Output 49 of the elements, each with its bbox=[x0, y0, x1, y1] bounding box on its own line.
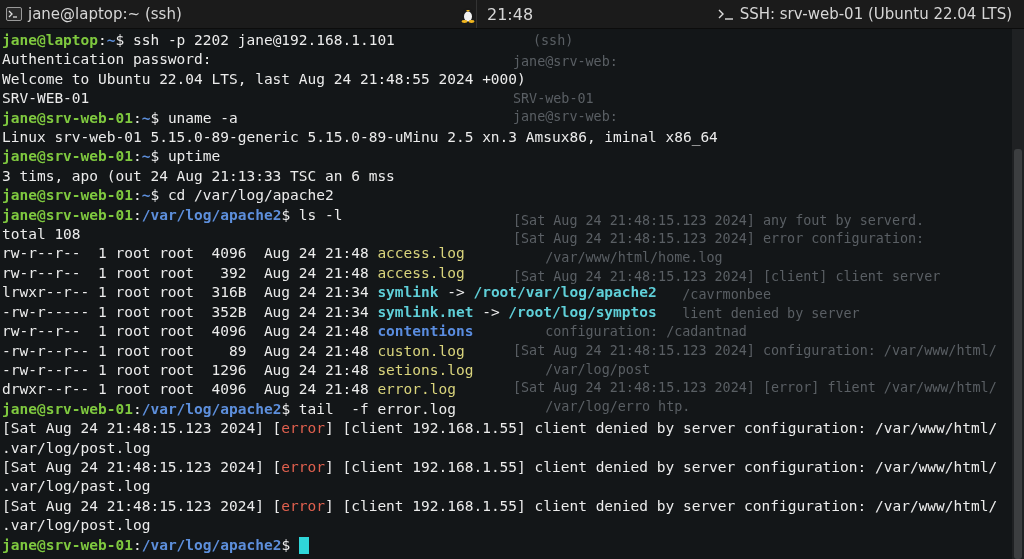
output-line: Authentication password: bbox=[2, 50, 212, 70]
output-line: rw-r--r-- 1 root root 392 Aug 24 21:48 access.log bbox=[2, 263, 465, 283]
ghost-log-line: /cavrmonbee bbox=[682, 286, 771, 305]
output-line: 3 tims, apo (out 24 Aug 21:13:33 TSC an 6 mss bbox=[2, 166, 395, 186]
output-line: -rw-r--r-- 1 root root 89 Aug 24 21:48 custon.log bbox=[2, 341, 465, 361]
ghost-log-line: /var/log/post bbox=[545, 360, 651, 379]
prompt-line: jane@srv-web-01:/var/log/apache2$ ls -l bbox=[2, 205, 343, 225]
ghost-log-line: /var/log/erro htp. bbox=[545, 397, 691, 416]
output-line: drwxr--r-- 1 root root 4096 Aug 24 21:48 error.log bbox=[2, 380, 456, 400]
ghost-line: jane@srv-web: bbox=[513, 108, 618, 127]
output-line: lrwxr--r-- 1 root root 316B Aug 24 21:34 symlink -> /root/var/log/apache2 bbox=[2, 284, 657, 303]
output-line: rw-r--r-- 1 root root 4096 Aug 24 21:48 contentions bbox=[2, 322, 474, 342]
ghost-log-line: /var/www/html/home.log bbox=[545, 248, 723, 267]
prompt-line: jane@srv-web-01:~$ uptime bbox=[2, 147, 221, 167]
session-title: SSH: srv-web-01 (Ubuntu 22.04 LTS) bbox=[739, 5, 1012, 23]
output-line: SRV-WEB-01 bbox=[2, 89, 90, 109]
window-title: jane@laptop:~ (ssh) bbox=[28, 5, 182, 23]
ghost-line: jane@srv-web: bbox=[513, 53, 618, 71]
output-line: Linux srv-web-01 5.15.0-89-generic 5.15.0-89-uMinu 2.5 xn.3 Amsux86, iminal x86_64 bbox=[2, 128, 718, 148]
output-line: [Sat Aug 24 21:48:15.123 2024] [error] [client 192.168.1.55] client denied by server configuration: /var/www/html/ bbox=[2, 496, 998, 516]
scrollbar-thumb[interactable] bbox=[1014, 149, 1022, 559]
output-line: rw-r--r-- 1 root root 4096 Aug 24 21:48 access.log bbox=[2, 244, 465, 264]
ghost-log-line: [Sat Aug 24 21:48:15.123 2024] configuration: /var/www/html/ bbox=[513, 341, 997, 360]
output-line: -rw-r--r-- 1 root root 1296 Aug 24 21:48 setions.log bbox=[2, 360, 474, 380]
ghost-log-line: configuration: /cadantnad bbox=[545, 323, 747, 342]
output-line: .var/log/post.log bbox=[2, 438, 151, 458]
scrollbar[interactable] bbox=[1012, 29, 1024, 559]
prompt-line: jane@srv-web-01:~$ cd /var/log/apache2 bbox=[2, 186, 334, 206]
prompt-line: jane@srv-web-01:~$ uname -a bbox=[2, 108, 238, 128]
output-line: -rw-r----- 1 root root 352B Aug 24 21:34 symlink.net -> /root/log/symptos bbox=[2, 302, 657, 322]
output-line: [Sat Aug 24 21:48:15.123 2024] [error] [client 192.168.1.55] client denied by server configuration: /var/www/html/ bbox=[2, 457, 998, 477]
prompt-line: jane@srv-web-01:/var/log/apache2$ bbox=[2, 535, 292, 555]
output-line: .var/log/post.log bbox=[2, 516, 151, 536]
output-line: .var/log/past.log bbox=[2, 477, 151, 497]
ghost-log-line: [Sat Aug 24 21:48:15.123 2024] [error] flient /var/www/html/ bbox=[513, 379, 997, 398]
ghost-log-line: [Sat Aug 24 21:48:15.123 2024] [client] client server bbox=[513, 267, 941, 286]
output-line: Welcome to Ubuntu 22.04 LTS, last Aug 24 21:48:55 2024 +000) bbox=[2, 69, 526, 89]
prompt-icon bbox=[717, 8, 734, 20]
ghost-line: SRV-web-01 bbox=[513, 89, 594, 108]
output-line: [Sat Aug 24 21:48:15.123 2024] [error] [client 192.168.1.55] client denied by server configuration: /var/www/html/ bbox=[2, 419, 998, 439]
ghost-log-line: lient denied by server bbox=[682, 304, 860, 323]
ghost-window-title: (ssh) bbox=[532, 32, 574, 50]
output-line: total 108 bbox=[2, 225, 81, 245]
prompt-line: jane@srv-web-01:/var/log/apache2$ tail -f error.log bbox=[2, 399, 456, 419]
ghost-log-line: [Sat Aug 24 21:48:15.123 2024] error configuration: bbox=[513, 230, 925, 249]
clock: 21:48 bbox=[486, 4, 534, 24]
prompt-line: jane@laptop:~$ ssh -p 2202 jane@192.168.1.101 bbox=[2, 31, 395, 50]
terminal-icon bbox=[6, 7, 22, 21]
ghost-log-line: [Sat Aug 24 21:48:15.123 2024] any fout by serverd. bbox=[513, 211, 925, 230]
